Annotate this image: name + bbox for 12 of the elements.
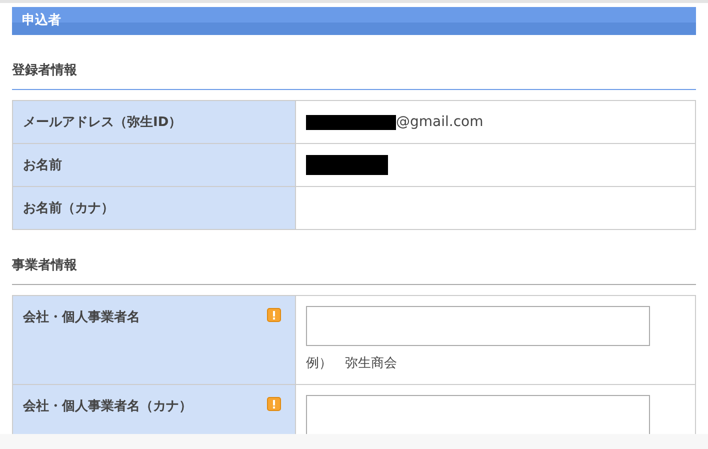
field-label: 会社・個人事業者名 [23,309,140,326]
section-header: 申込者 [12,7,696,35]
field-label: メールアドレス（弥生ID） [23,114,182,131]
field-label: 会社・個人事業者名（カナ） [23,398,192,415]
example-text: 例） 弥生商会 [306,355,398,372]
field-value: @gmail.com [396,114,484,130]
input-field[interactable] [306,306,650,346]
field-label: お名前（カナ） [23,200,114,217]
input-field[interactable] [306,395,650,434]
section-title: 事業者情報 [12,256,696,285]
field-label: お名前 [23,157,62,174]
section-title: 登録者情報 [12,61,696,90]
